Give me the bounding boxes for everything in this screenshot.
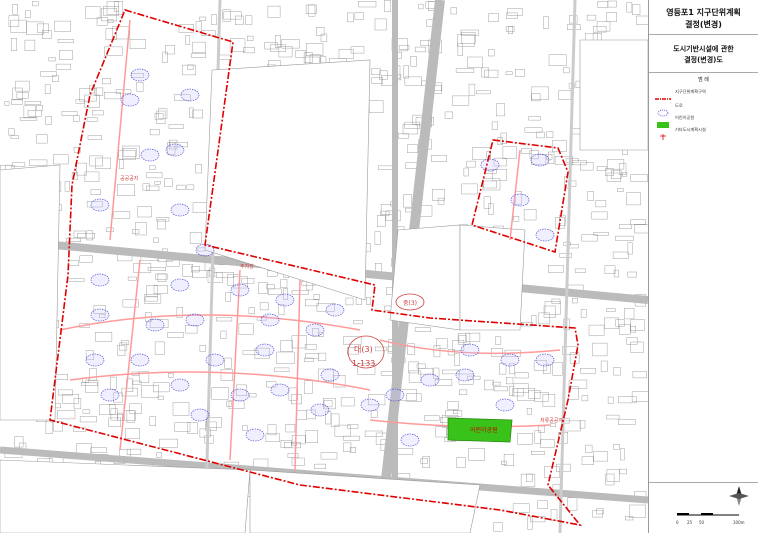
title-line-1: 영등포1 지구단위계획 [666,8,741,17]
city-map[interactable]: 어린이공원 중(3) 대(3) 1-133 공공공지 주차장 저류공공지 [0,0,648,533]
road-number-circle [90,308,110,322]
legend-item-park: 어린이공원 [655,114,755,128]
svg-text:대(3): 대(3) [354,345,373,354]
road-number-circle [535,353,555,367]
subtitle-line-2: 결정(변경)도 [684,56,723,64]
scale-tick-0: 0 [676,520,679,525]
road-number-circle [130,353,150,367]
road-number-circle [510,193,530,207]
legend-heading: 범 례 [698,77,709,83]
road-number-circle [500,353,520,367]
north-and-scale: 0 25 50 100m [649,482,758,533]
road-number-circle [85,353,105,367]
road-number-circle [140,148,160,162]
road-number-circle [185,313,205,327]
road-number-circle [275,293,295,307]
area-label-reservoir: 저류공공지 [540,417,563,424]
road-number-circle [535,228,555,242]
road-number-circle [145,318,165,332]
road-number-circle [100,388,120,402]
road-number-circle [325,303,345,317]
subtitle-line-1: 도시기반시설에 관한 [673,45,734,53]
road-number-circle [530,153,550,167]
area-label-parking: 주차장 [240,263,254,270]
legend-item-road: 도로 [655,102,755,117]
road-number-circle [245,428,265,442]
road-number-circle [170,203,190,217]
svg-text:1-133: 1-133 [352,359,375,368]
road-number-circle [360,398,380,412]
road-number-circle [165,143,185,157]
road-number-circle [480,158,500,172]
side-panel: 영등포1 지구단위계획 결정(변경) 도시기반시설에 관한 결정(변경)도 범 … [649,0,758,533]
north-arrow-icon [677,486,749,516]
road-number-circle [90,198,110,212]
road-number-circle [230,283,250,297]
scale-tick-1: 25 [687,520,693,525]
road-number-circle [120,93,140,107]
road-number-circle [270,383,290,397]
road-number-circle [305,323,325,337]
road-number-circle [255,343,275,357]
legend: 범 례 지구단위계획구역 도로 어린이공원 기타도시계획시설 [649,72,758,483]
legend-item-other: 기타도시계획시설 [655,126,755,140]
road-number-circle [455,368,475,382]
road-number-circle [90,273,110,287]
title-block: 영등포1 지구단위계획 결정(변경) [649,0,758,35]
road-number-circle [385,388,405,402]
road-number-circle [190,408,210,422]
road-number-circle [170,378,190,392]
other-facility-icon [660,134,666,140]
legend-item-boundary: 지구단위계획구역 [655,88,755,100]
road-number-circle [180,88,200,102]
road-number-circle [320,368,340,382]
road-label-main: 대(3) 1-133 [347,335,385,369]
road-number-circle [460,343,480,357]
subtitle-block: 도시기반시설에 관한 결정(변경)도 [649,34,758,73]
road-number-circle [205,353,225,367]
road-number-circle [400,433,420,447]
scale-tick-3: 100m [733,520,745,525]
area-label-public: 공공공지 [120,175,138,182]
scale-tick-2: 50 [699,520,705,525]
road-number-circle [130,68,150,82]
park-label: 어린이공원 [470,426,498,434]
road-number-circle [170,278,190,292]
road-number-circle [230,388,250,402]
title-line-2: 결정(변경) [685,20,722,29]
road-number-circle [495,398,515,412]
road-number-circle [310,403,330,417]
svg-text:중(3): 중(3) [403,300,417,307]
road-number-circle [420,373,440,387]
road-number-circle [260,313,280,327]
map-canvas[interactable]: 어린이공원 중(3) 대(3) 1-133 공공공지 주차장 저류공공지 [0,0,649,533]
